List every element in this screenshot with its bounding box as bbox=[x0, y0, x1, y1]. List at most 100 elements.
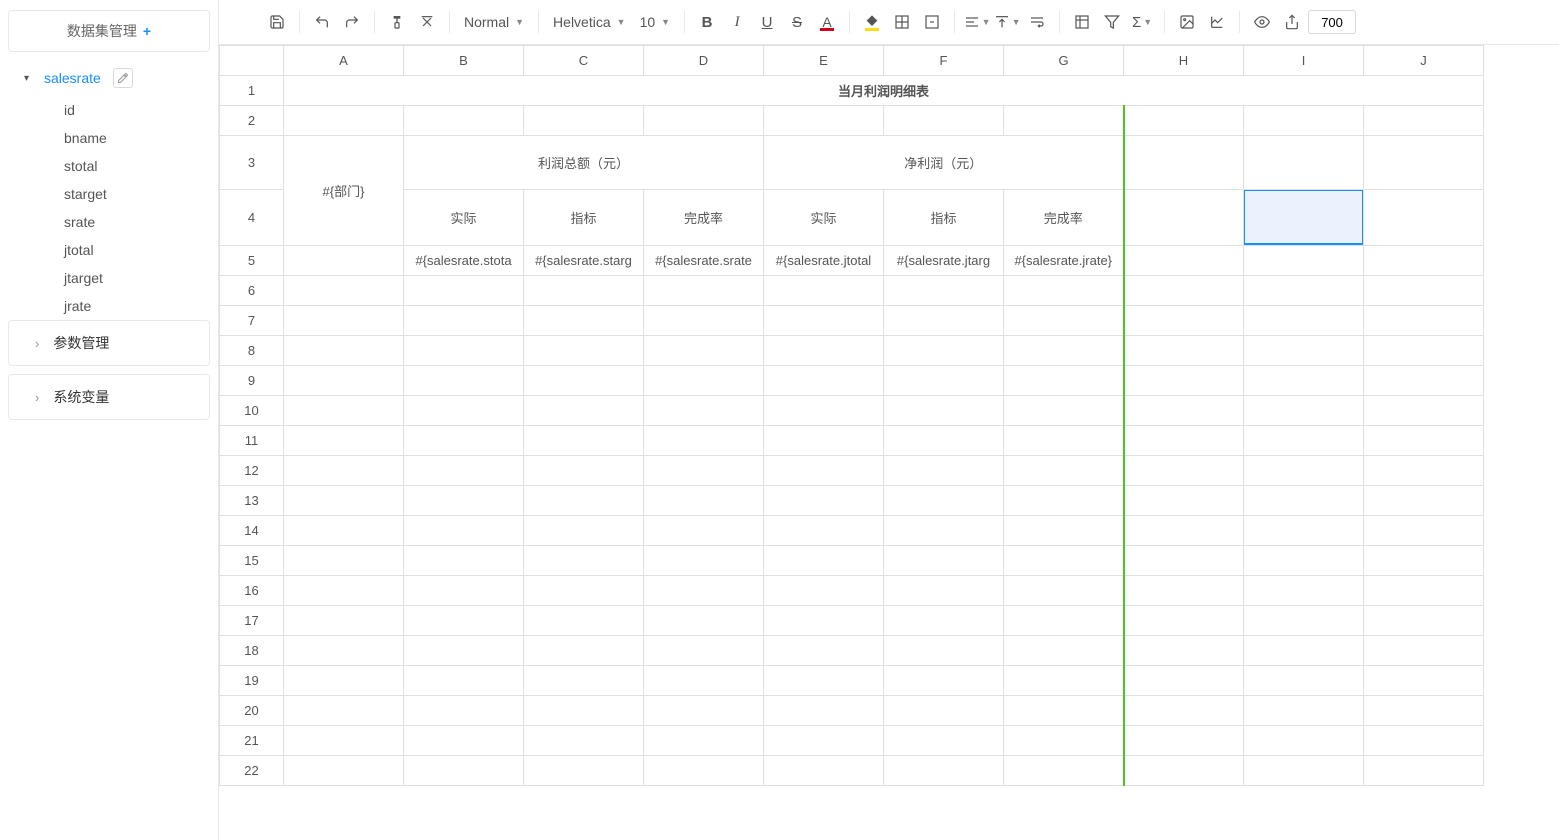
column-header[interactable]: C bbox=[524, 46, 644, 76]
column-header[interactable]: E bbox=[764, 46, 884, 76]
cell[interactable] bbox=[404, 426, 524, 456]
cell[interactable] bbox=[524, 576, 644, 606]
cell[interactable] bbox=[284, 636, 404, 666]
column-header[interactable]: G bbox=[1004, 46, 1124, 76]
cell[interactable] bbox=[1364, 456, 1484, 486]
cell[interactable] bbox=[524, 336, 644, 366]
cell[interactable] bbox=[764, 606, 884, 636]
cell[interactable] bbox=[884, 426, 1004, 456]
cell[interactable] bbox=[524, 456, 644, 486]
column-header[interactable]: A bbox=[284, 46, 404, 76]
plus-icon[interactable]: + bbox=[143, 23, 151, 39]
cell[interactable] bbox=[884, 486, 1004, 516]
cell[interactable] bbox=[284, 306, 404, 336]
cell[interactable] bbox=[1364, 636, 1484, 666]
cell[interactable] bbox=[764, 756, 884, 786]
cell[interactable] bbox=[764, 396, 884, 426]
sysvar-panel[interactable]: › 系统变量 bbox=[8, 374, 210, 420]
cell[interactable] bbox=[764, 486, 884, 516]
column-header[interactable]: F bbox=[884, 46, 1004, 76]
font-color-button[interactable]: A bbox=[813, 8, 841, 36]
column-header[interactable]: J bbox=[1364, 46, 1484, 76]
width-input[interactable] bbox=[1308, 10, 1356, 34]
cell[interactable] bbox=[1244, 106, 1364, 136]
cell[interactable] bbox=[644, 576, 764, 606]
row-header[interactable]: 2 bbox=[220, 106, 284, 136]
cell[interactable] bbox=[1364, 306, 1484, 336]
cell[interactable] bbox=[884, 366, 1004, 396]
cell[interactable] bbox=[1244, 666, 1364, 696]
net-profit-header[interactable]: 净利润（元） bbox=[764, 136, 1124, 190]
cell[interactable] bbox=[284, 336, 404, 366]
cell[interactable] bbox=[1244, 190, 1364, 246]
sub-header[interactable]: 完成率 bbox=[644, 190, 764, 246]
cell[interactable] bbox=[404, 726, 524, 756]
cell[interactable] bbox=[1244, 756, 1364, 786]
chart-button[interactable] bbox=[1203, 8, 1231, 36]
cell[interactable] bbox=[1364, 666, 1484, 696]
underline-button[interactable]: U bbox=[753, 8, 781, 36]
cell[interactable] bbox=[1124, 666, 1244, 696]
cell[interactable] bbox=[1364, 486, 1484, 516]
field-item[interactable]: id bbox=[8, 96, 210, 124]
image-button[interactable] bbox=[1173, 8, 1201, 36]
cell[interactable] bbox=[284, 366, 404, 396]
cell[interactable] bbox=[524, 366, 644, 396]
cell[interactable] bbox=[1124, 486, 1244, 516]
cell[interactable] bbox=[1004, 336, 1124, 366]
row-header[interactable]: 12 bbox=[220, 456, 284, 486]
fill-color-button[interactable] bbox=[858, 8, 886, 36]
cell[interactable] bbox=[1124, 726, 1244, 756]
cell[interactable] bbox=[1004, 486, 1124, 516]
cell[interactable] bbox=[764, 456, 884, 486]
row-header[interactable]: 14 bbox=[220, 516, 284, 546]
cell[interactable] bbox=[1364, 190, 1484, 246]
cell[interactable] bbox=[1244, 396, 1364, 426]
row-header[interactable]: 4 bbox=[220, 190, 284, 246]
cell[interactable] bbox=[284, 696, 404, 726]
cell[interactable] bbox=[764, 276, 884, 306]
cell[interactable] bbox=[1244, 636, 1364, 666]
cell[interactable] bbox=[644, 106, 764, 136]
cell[interactable] bbox=[644, 726, 764, 756]
cell[interactable] bbox=[1244, 696, 1364, 726]
cell[interactable] bbox=[1364, 336, 1484, 366]
cell[interactable] bbox=[404, 606, 524, 636]
row-header[interactable]: 18 bbox=[220, 636, 284, 666]
row-header[interactable]: 5 bbox=[220, 246, 284, 276]
cell[interactable] bbox=[284, 756, 404, 786]
cell[interactable] bbox=[1004, 366, 1124, 396]
cell[interactable] bbox=[1004, 606, 1124, 636]
save-button[interactable] bbox=[263, 8, 291, 36]
cell[interactable] bbox=[284, 606, 404, 636]
sub-header[interactable]: 实际 bbox=[764, 190, 884, 246]
font-dropdown[interactable]: Helvetica▼ bbox=[547, 10, 632, 34]
cell[interactable] bbox=[284, 516, 404, 546]
cell[interactable] bbox=[404, 276, 524, 306]
freeze-button[interactable] bbox=[1068, 8, 1096, 36]
data-cell[interactable]: #{salesrate.stota bbox=[404, 246, 524, 276]
cell[interactable] bbox=[644, 516, 764, 546]
cell[interactable] bbox=[644, 486, 764, 516]
sub-header[interactable]: 指标 bbox=[884, 190, 1004, 246]
cell[interactable] bbox=[1124, 306, 1244, 336]
cell[interactable] bbox=[1004, 546, 1124, 576]
cell[interactable] bbox=[1244, 546, 1364, 576]
column-header[interactable]: I bbox=[1244, 46, 1364, 76]
row-header[interactable]: 19 bbox=[220, 666, 284, 696]
cell[interactable] bbox=[1244, 136, 1364, 190]
cell[interactable] bbox=[1124, 456, 1244, 486]
bold-button[interactable]: B bbox=[693, 8, 721, 36]
cell[interactable] bbox=[524, 106, 644, 136]
cell[interactable] bbox=[1364, 106, 1484, 136]
cell[interactable] bbox=[404, 756, 524, 786]
halign-button[interactable]: ▼ bbox=[963, 8, 991, 36]
cell[interactable] bbox=[404, 546, 524, 576]
cell[interactable] bbox=[1124, 366, 1244, 396]
cell[interactable] bbox=[1244, 456, 1364, 486]
sub-header[interactable]: 指标 bbox=[524, 190, 644, 246]
cell[interactable] bbox=[764, 696, 884, 726]
export-button[interactable] bbox=[1278, 8, 1306, 36]
cell[interactable] bbox=[1124, 516, 1244, 546]
cell[interactable] bbox=[1004, 666, 1124, 696]
